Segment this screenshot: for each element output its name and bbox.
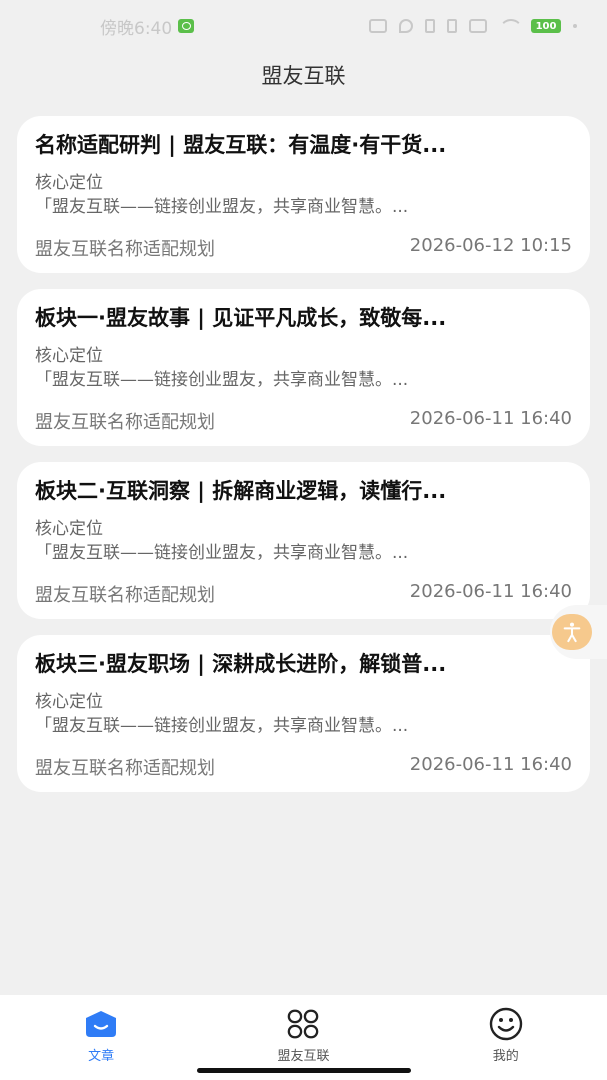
nav-label: 我的 xyxy=(492,1049,519,1064)
article-card[interactable]: 板块一·盟友故事 | 见证平凡成长，致敬每... 核心定位 「盟友互联——链接创… xyxy=(17,289,590,446)
charging-dot-icon xyxy=(573,24,577,28)
nfc-icon xyxy=(369,19,387,33)
status-time: 傍晚6:40 xyxy=(100,18,173,39)
wifi-icon xyxy=(499,19,523,33)
article-card[interactable]: 板块二·互联洞察 | 拆解商业逻辑，读懂行... 核心定位 「盟友互联——链接创… xyxy=(17,462,590,619)
smiley-icon xyxy=(489,1007,523,1041)
article-title: 名称适配研判 | 盟友互联：有温度·有干货... xyxy=(35,133,447,157)
article-subhead: 核心定位 xyxy=(35,346,103,366)
article-summary: 「盟友互联——链接创业盟友，共享商业智慧。... xyxy=(35,543,409,563)
nav-label: 盟友互联 xyxy=(277,1049,330,1064)
article-title: 板块一·盟友故事 | 见证平凡成长，致敬每... xyxy=(35,306,447,330)
status-right: 100 xyxy=(369,19,577,33)
article-subhead: 核心定位 xyxy=(35,692,103,712)
page-title: 盟友互联 xyxy=(261,64,346,88)
mute-icon xyxy=(447,19,457,33)
article-summary: 「盟友互联——链接创业盟友，共享商业智慧。... xyxy=(35,716,409,736)
article-card[interactable]: 名称适配研判 | 盟友互联：有温度·有干货... 核心定位 「盟友互联——链接创… xyxy=(17,116,590,273)
nav-item-profile[interactable]: 我的 xyxy=(446,1007,566,1080)
article-date: 2026-06-11 16:40 xyxy=(409,581,572,602)
article-list: 名称适配研判 | 盟友互联：有温度·有干货... 核心定位 「盟友互联——链接创… xyxy=(17,116,590,808)
article-card[interactable]: 板块三·盟友职场 | 深耕成长进阶，解锁普... 核心定位 「盟友互联——链接创… xyxy=(17,635,590,792)
wechat-notification-icon xyxy=(178,19,195,33)
home-indicator[interactable] xyxy=(197,1068,411,1073)
article-date: 2026-06-11 16:40 xyxy=(409,408,572,429)
moon-icon xyxy=(399,19,413,33)
app-screen: 傍晚6:40 100 盟友互联 名称适配研判 | 盟友互联：有温度·有干货...… xyxy=(0,0,607,1080)
grid-icon xyxy=(286,1007,320,1041)
article-footer: 盟友互联名称适配规划 2026-06-11 16:40 xyxy=(35,754,572,780)
article-footer: 盟友互联名称适配规划 2026-06-11 16:40 xyxy=(35,581,572,607)
article-date: 2026-06-12 10:15 xyxy=(409,235,572,256)
article-subhead: 核心定位 xyxy=(35,173,103,193)
status-left: 傍晚6:40 xyxy=(100,14,195,39)
status-bar: 傍晚6:40 100 xyxy=(0,0,607,52)
article-subhead: 核心定位 xyxy=(35,519,103,539)
accessibility-float-button[interactable] xyxy=(550,605,607,659)
accessibility-icon xyxy=(552,614,592,650)
bluetooth-icon xyxy=(425,19,435,33)
article-summary: 「盟友互联——链接创业盟友，共享商业智慧。... xyxy=(35,370,409,390)
nav-label: 文章 xyxy=(88,1049,115,1064)
article-title: 板块二·互联洞察 | 拆解商业逻辑，读懂行... xyxy=(35,479,447,503)
nav-item-articles[interactable]: 文章 xyxy=(41,1007,161,1080)
article-title: 板块三·盟友职场 | 深耕成长进阶，解锁普... xyxy=(35,652,447,676)
article-icon xyxy=(84,1007,118,1041)
article-footer: 盟友互联名称适配规划 2026-06-11 16:40 xyxy=(35,408,572,434)
article-date: 2026-06-11 16:40 xyxy=(409,754,572,775)
article-summary: 「盟友互联——链接创业盟友，共享商业智慧。... xyxy=(35,197,409,217)
article-source: 盟友互联名称适配规划 xyxy=(35,412,215,433)
sim-icon xyxy=(469,19,487,33)
article-footer: 盟友互联名称适配规划 2026-06-12 10:15 xyxy=(35,235,572,261)
battery-icon: 100 xyxy=(531,19,561,33)
article-source: 盟友互联名称适配规划 xyxy=(35,239,215,260)
article-source: 盟友互联名称适配规划 xyxy=(35,585,215,606)
article-source: 盟友互联名称适配规划 xyxy=(35,758,215,779)
